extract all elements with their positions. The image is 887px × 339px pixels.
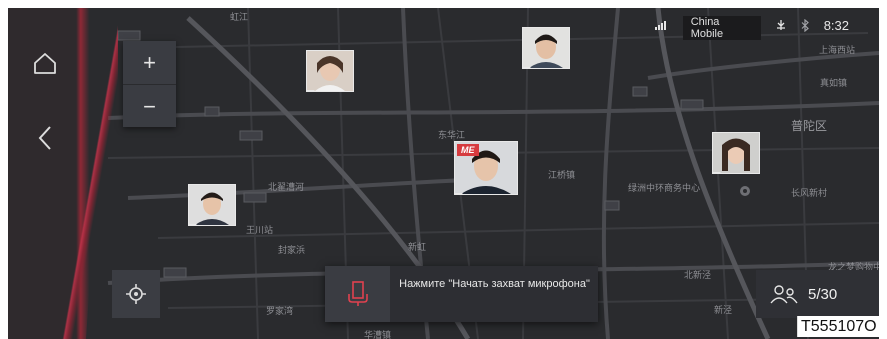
avatar-pointer [713, 172, 721, 173]
usb-icon [776, 20, 785, 30]
status-bar: China Mobile 8:32 [654, 16, 849, 40]
zoom-in-button[interactable]: + [123, 41, 176, 84]
svg-text:长风新村: 长风新村 [791, 187, 827, 199]
microphone-icon [347, 281, 368, 306]
bluetooth-icon [801, 18, 809, 32]
svg-text:新泾: 新泾 [714, 304, 732, 316]
microphone-button[interactable] [325, 266, 390, 322]
svg-text:真如镇: 真如镇 [820, 77, 847, 89]
avatar-pointer [523, 67, 531, 68]
user-photo [713, 133, 759, 173]
svg-text:普陀区: 普陀区 [791, 118, 827, 133]
svg-text:北翟漕河: 北翟漕河 [268, 181, 304, 193]
home-button[interactable] [30, 48, 60, 78]
home-icon [34, 53, 56, 74]
watermark-id: T555107O [797, 316, 881, 337]
crosshair-icon [126, 284, 146, 304]
mic-prompt: Нажмите "Начать захват микрофона" [399, 278, 590, 290]
user-photo [523, 28, 569, 68]
avatar-pointer [455, 193, 463, 194]
avatar-user-5[interactable] [188, 184, 236, 226]
zoom-out-button[interactable]: − [123, 85, 176, 128]
svg-text:北新泾: 北新泾 [684, 269, 711, 281]
signal-bars-icon [654, 21, 666, 30]
avatar-user-4[interactable] [712, 132, 760, 174]
clock-time: 8:32 [823, 17, 849, 33]
svg-text:封家浜: 封家浜 [278, 244, 305, 256]
svg-text:新虹: 新虹 [408, 241, 426, 253]
avatar-user-2[interactable] [522, 27, 570, 69]
back-button[interactable] [30, 123, 60, 153]
svg-text:绿洲中环商务中心: 绿洲中环商务中心 [628, 182, 700, 194]
carrier-line2: Mobile [690, 28, 724, 40]
avatar-pointer [189, 224, 197, 225]
carrier-line1: China [690, 16, 720, 28]
svg-text:上海西站: 上海西站 [819, 44, 855, 56]
participants-button[interactable]: 5/30 [756, 270, 879, 318]
user-photo [189, 185, 235, 225]
svg-text:王川站: 王川站 [246, 224, 273, 236]
locate-button[interactable] [112, 270, 160, 318]
svg-text:罗家湾: 罗家湾 [266, 305, 293, 317]
participants-count: 5/30 [808, 285, 838, 303]
car-screen: 普陀区 绿洲中环商务中心 长风新村 江桥镇 王川站 北新泾 新泾 龙之梦购物中心… [8, 8, 879, 339]
edge-accent-line [8, 8, 118, 339]
me-badge: ME [457, 144, 479, 156]
avatar-me[interactable]: ME [454, 141, 518, 195]
svg-text:东华江: 东华江 [438, 129, 465, 141]
avatar-user-1[interactable] [306, 50, 354, 92]
svg-text:华漕镇: 华漕镇 [364, 329, 391, 339]
svg-text:江桥镇: 江桥镇 [548, 169, 575, 181]
zoom-control: + − [123, 41, 176, 127]
carrier-name: China Mobile [682, 16, 761, 40]
people-icon [770, 285, 798, 304]
user-photo [307, 51, 353, 91]
svg-text:虹江: 虹江 [230, 12, 248, 23]
chevron-left-icon [38, 126, 51, 150]
voice-panel: Нажмите "Начать захват микрофона" [325, 266, 598, 322]
avatar-pointer [307, 90, 315, 91]
